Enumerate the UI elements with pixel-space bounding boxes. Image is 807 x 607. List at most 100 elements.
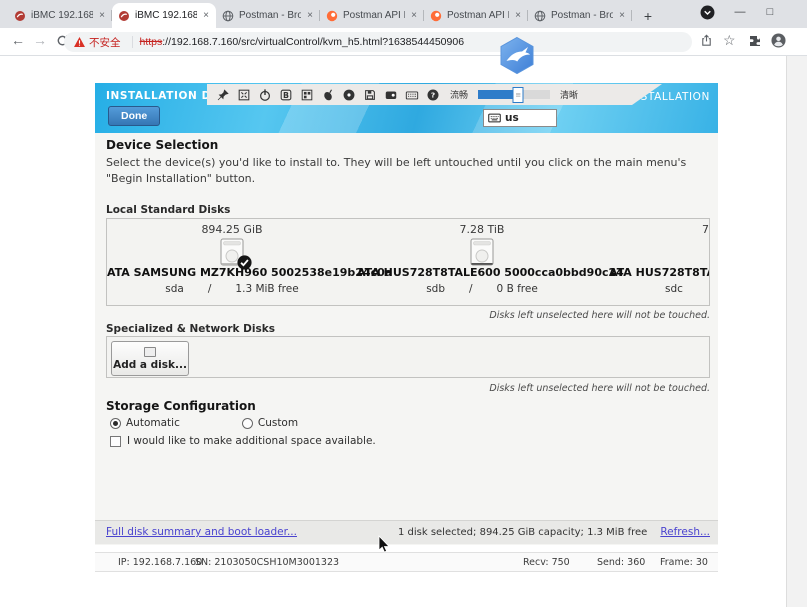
- forward-button[interactable]: →: [30, 32, 50, 48]
- disk-sda[interactable]: 894.25 GiB ATA SAMSUNG MZ7KH960 5002538e…: [107, 219, 357, 305]
- status-send: Send: 360: [597, 557, 645, 568]
- partitioning-radios: Automatic Custom: [110, 417, 298, 429]
- help-icon[interactable]: ?: [425, 87, 440, 102]
- slider-right-label: 清晰: [560, 88, 578, 101]
- disk-dev: sdb: [426, 283, 445, 295]
- done-button[interactable]: Done: [108, 106, 160, 126]
- disk-dev: sda: [165, 283, 184, 295]
- disk-name: ATA SAMSUNG MZ7KH960 5002538e19b24c0a: [107, 266, 357, 279]
- tab-postman-browse-1[interactable]: Postman - Browse ×: [216, 3, 320, 28]
- screen-tiles-icon[interactable]: [299, 87, 314, 102]
- specialized-disks-panel: Add a disk...: [106, 336, 710, 378]
- keyboard-layout-indicator[interactable]: us: [483, 109, 557, 127]
- security-warning-label: 不安全: [89, 35, 121, 50]
- window-maximize-button[interactable]: □: [756, 0, 784, 24]
- globe-favicon: [534, 10, 546, 22]
- fullscreen-icon[interactable]: [236, 87, 251, 102]
- disk-size: 7.28 TiB: [357, 223, 607, 236]
- tab-strip: iBMC 192.168.7.16 × iBMC 192.168.7.16 × …: [0, 0, 807, 28]
- browser-window: iBMC 192.168.7.16 × iBMC 192.168.7.16 × …: [0, 0, 807, 607]
- disk-sdc[interactable]: 7 ATA HUS728T8TAL sdc: [607, 219, 710, 305]
- svg-text:?: ?: [430, 90, 434, 99]
- full-disk-summary-link[interactable]: Full disk summary and boot loader...: [106, 526, 297, 538]
- globe-favicon: [222, 10, 234, 22]
- disk-drive-icon: [470, 238, 494, 266]
- postman-favicon: [326, 10, 338, 22]
- svg-text:B: B: [283, 91, 289, 100]
- additional-space-row: I would like to make additional space av…: [110, 435, 376, 447]
- bold-b-icon[interactable]: B: [278, 87, 293, 102]
- additional-space-label: I would like to make additional space av…: [127, 435, 376, 447]
- unselected-note: Disks left unselected here will not be t…: [106, 310, 710, 321]
- profile-avatar[interactable]: [771, 33, 786, 51]
- status-frame: Frame: 30: [660, 557, 708, 568]
- ibmc-favicon: [14, 10, 26, 22]
- disk-name: ATA HUS728T8TALE600 5000cca0bbd90c24: [357, 266, 607, 279]
- disk-drive-icon: [220, 238, 244, 266]
- url-divider: [132, 36, 133, 48]
- record-icon[interactable]: [383, 87, 398, 102]
- slider-left-label: 流畅: [450, 88, 468, 101]
- add-disk-icon: [144, 347, 156, 357]
- url-protocol: https: [140, 36, 163, 48]
- tab-postman-browse-2[interactable]: Postman - Browse ×: [528, 3, 632, 28]
- address-bar: ← → 不安全 https://192.168.7.160/src/virtua…: [0, 28, 807, 56]
- tab-title: Postman API Platfo: [343, 10, 405, 21]
- device-selection-description: Select the device(s) you'd like to insta…: [106, 155, 704, 187]
- tab-close-icon[interactable]: ×: [618, 10, 626, 21]
- virtual-keyboard-icon[interactable]: [404, 87, 419, 102]
- additional-space-checkbox[interactable]: [110, 436, 121, 447]
- tab-postman-api-1[interactable]: Postman API Platfo ×: [320, 3, 424, 28]
- tab-title: iBMC 192.168.7.16: [31, 10, 93, 21]
- back-button[interactable]: ←: [8, 32, 28, 48]
- window-right-edge: [786, 56, 807, 607]
- floppy-icon[interactable]: [362, 87, 377, 102]
- window-minimize-button[interactable]: —: [726, 0, 754, 24]
- disk-free: 0 B free: [497, 283, 538, 295]
- browser-menu-circle-icon[interactable]: [700, 5, 715, 25]
- unselected-note: Disks left unselected here will not be t…: [106, 383, 710, 394]
- selection-summary: 1 disk selected; 894.25 GiB capacity; 1.…: [398, 527, 647, 538]
- power-icon[interactable]: [257, 87, 272, 102]
- share-icon[interactable]: [700, 34, 713, 50]
- add-disk-label: Add a disk...: [113, 359, 187, 371]
- floating-bird-widget-icon[interactable]: [498, 36, 536, 75]
- device-selection-title: Device Selection: [106, 138, 218, 152]
- pin-icon[interactable]: [215, 87, 230, 102]
- tab-title: iBMC 192.168.7.16: [135, 10, 197, 21]
- disk-free: 1.3 MiB free: [235, 283, 298, 295]
- tab-close-icon[interactable]: ×: [202, 10, 210, 21]
- cd-icon[interactable]: [341, 87, 356, 102]
- status-sn: SN: 2103050CSH10M3001323: [195, 557, 339, 568]
- url-text: ://192.168.7.160/src/virtualControl/kvm_…: [162, 36, 464, 48]
- tab-close-icon[interactable]: ×: [98, 10, 106, 21]
- warning-triangle-icon: [74, 37, 85, 47]
- custom-radio[interactable]: [242, 418, 253, 429]
- storage-configuration-title: Storage Configuration: [106, 399, 256, 413]
- tab-title: Postman - Browse: [239, 10, 301, 21]
- ibmc-favicon: [118, 10, 130, 22]
- mouse-cursor: [378, 535, 390, 559]
- local-disks-label: Local Standard Disks: [106, 204, 230, 216]
- add-disk-button[interactable]: Add a disk...: [111, 341, 189, 376]
- refresh-link[interactable]: Refresh...: [660, 526, 710, 538]
- tab-postman-api-2[interactable]: Postman API Platfo ×: [424, 3, 528, 28]
- quality-slider[interactable]: ≡: [478, 90, 550, 99]
- automatic-radio[interactable]: [110, 418, 121, 429]
- tab-ibmc-2-active[interactable]: iBMC 192.168.7.16 ×: [112, 3, 216, 28]
- star-icon[interactable]: ☆: [723, 32, 736, 49]
- tab-close-icon[interactable]: ×: [410, 10, 418, 21]
- extension-icon[interactable]: [748, 34, 762, 51]
- new-tab-button[interactable]: +: [638, 6, 658, 26]
- disk-sdb[interactable]: 7.28 TiB ATA HUS728T8TALE600 5000cca0bbd…: [357, 219, 607, 305]
- local-disks-panel: 894.25 GiB ATA SAMSUNG MZ7KH960 5002538e…: [106, 218, 710, 306]
- mouse-icon[interactable]: [320, 87, 335, 102]
- tab-title: Postman API Platfo: [447, 10, 509, 21]
- url-field[interactable]: 不安全 https://192.168.7.160/src/virtualCon…: [64, 32, 692, 52]
- disk-slash: /: [208, 283, 212, 295]
- tab-close-icon[interactable]: ×: [514, 10, 522, 21]
- slider-handle[interactable]: ≡: [513, 87, 524, 103]
- status-ip: IP: 192.168.7.160: [118, 557, 202, 568]
- tab-close-icon[interactable]: ×: [306, 10, 314, 21]
- tab-ibmc-1[interactable]: iBMC 192.168.7.16 ×: [8, 3, 112, 28]
